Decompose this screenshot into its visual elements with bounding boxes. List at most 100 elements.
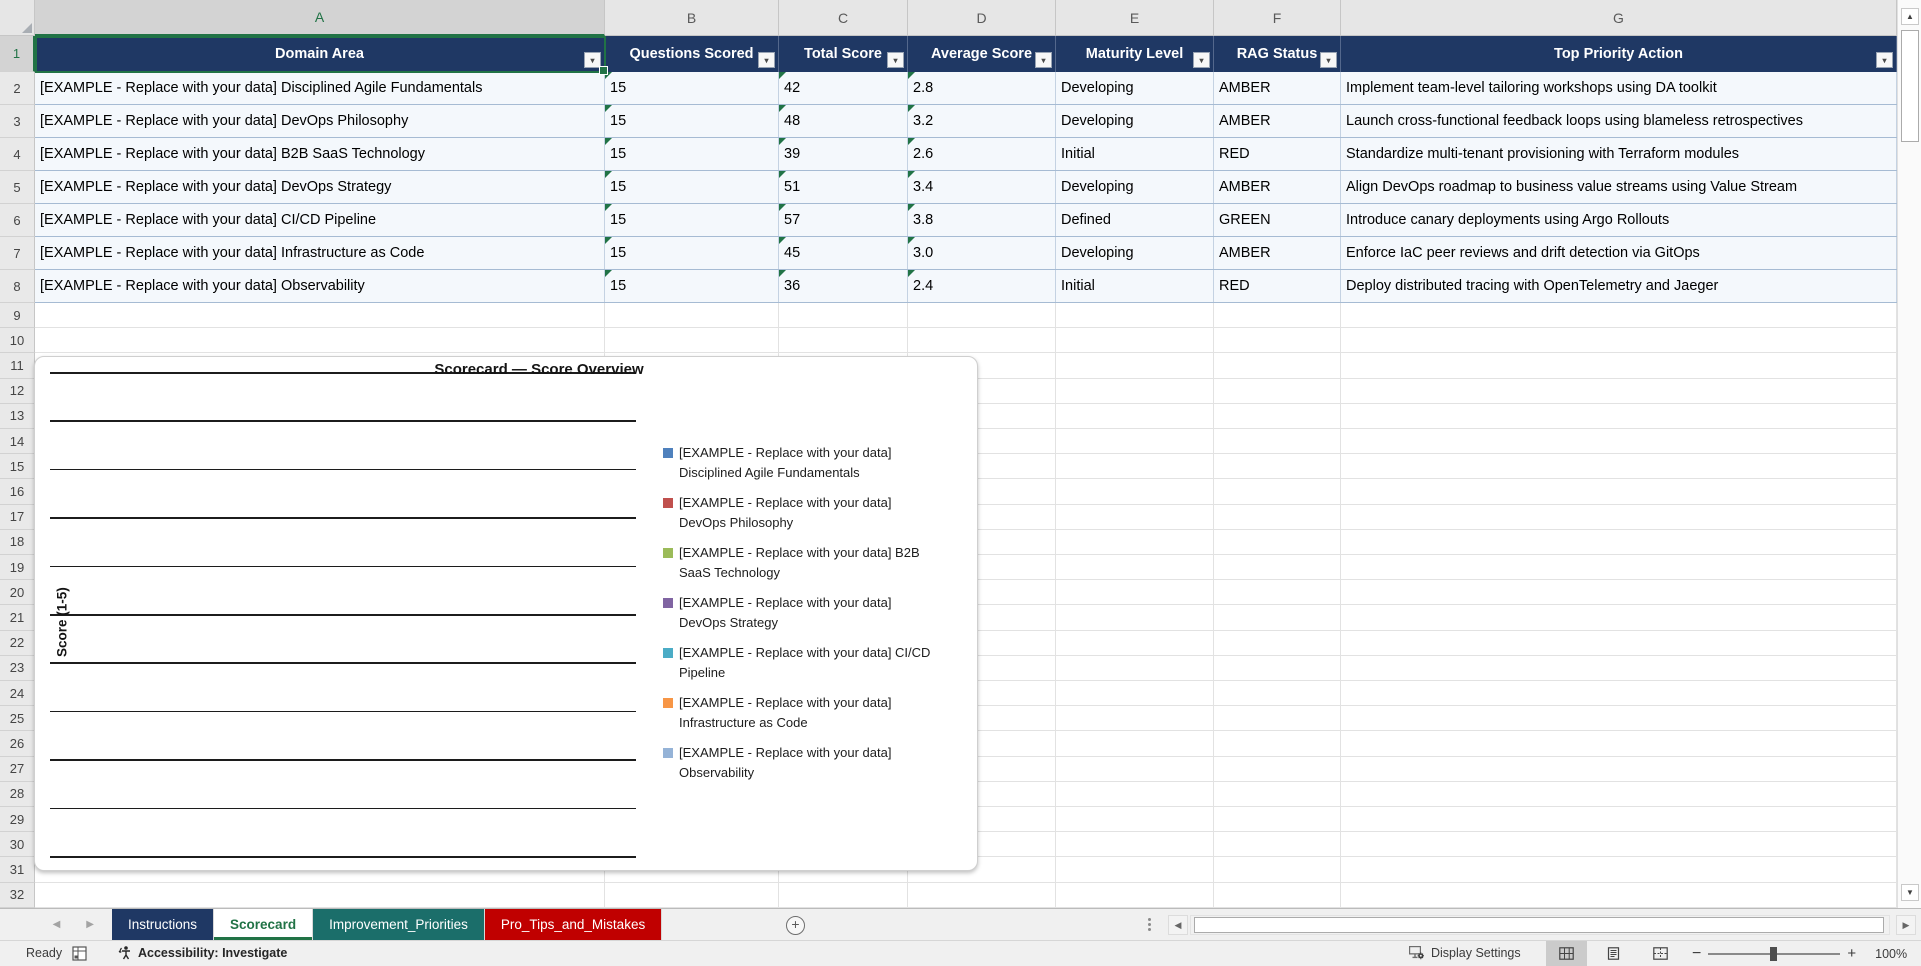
cell-E10[interactable]	[1056, 328, 1214, 354]
cell-G13[interactable]	[1341, 403, 1897, 430]
cell-G15[interactable]	[1341, 454, 1897, 480]
cell-F19[interactable]	[1214, 555, 1341, 581]
row-header-25[interactable]: 25	[0, 706, 35, 732]
cell-G9[interactable]	[1341, 303, 1897, 329]
cell-G30[interactable]	[1341, 832, 1897, 858]
cell-F22[interactable]	[1214, 630, 1341, 656]
cell-B6[interactable]: 15	[605, 204, 779, 236]
row-header-17[interactable]: 17	[0, 504, 35, 530]
cell-G28[interactable]	[1341, 781, 1897, 808]
cell-G7[interactable]: Enforce IaC peer reviews and drift detec…	[1341, 237, 1897, 269]
tab-scroll-left-icon[interactable]: ◀	[53, 919, 61, 930]
cell-F6[interactable]: GREEN	[1214, 204, 1341, 236]
new-sheet-button[interactable]: +	[786, 916, 805, 935]
cell-E25[interactable]	[1056, 706, 1214, 732]
cell-F18[interactable]	[1214, 529, 1341, 556]
filter-dropdown-icon[interactable]: ▾	[1193, 52, 1210, 68]
row-header-13[interactable]: 13	[0, 403, 35, 430]
cell-F24[interactable]	[1214, 681, 1341, 707]
cell-G25[interactable]	[1341, 706, 1897, 732]
cell-D4[interactable]: 2.6	[908, 138, 1056, 170]
row-header-12[interactable]: 12	[0, 378, 35, 404]
row-header-16[interactable]: 16	[0, 479, 35, 505]
hscroll-left-icon[interactable]: ◀	[1168, 915, 1188, 935]
cell-G29[interactable]	[1341, 807, 1897, 833]
row-header-7[interactable]: 7	[0, 237, 35, 270]
cell-G4[interactable]: Standardize multi-tenant provisioning wi…	[1341, 138, 1897, 170]
sheet-tab-improvement-priorities[interactable]: Improvement_Priorities	[313, 909, 485, 940]
cell-A6[interactable]: [EXAMPLE - Replace with your data] CI/CD…	[35, 204, 605, 236]
column-header-F[interactable]: F	[1214, 0, 1341, 36]
cell-F20[interactable]	[1214, 580, 1341, 606]
row-header-19[interactable]: 19	[0, 555, 35, 581]
scroll-down-icon[interactable]: ▼	[1901, 884, 1919, 901]
cell-C10[interactable]	[779, 328, 908, 354]
column-header-C[interactable]: C	[779, 0, 908, 36]
cell-G11[interactable]	[1341, 353, 1897, 379]
cell-D9[interactable]	[908, 303, 1056, 329]
cell-F5[interactable]: AMBER	[1214, 171, 1341, 203]
cell-G14[interactable]	[1341, 429, 1897, 455]
cell-G27[interactable]	[1341, 756, 1897, 782]
cell-F21[interactable]	[1214, 605, 1341, 631]
row-header-30[interactable]: 30	[0, 832, 35, 858]
row-header-27[interactable]: 27	[0, 756, 35, 782]
cell-C4[interactable]: 39	[779, 138, 908, 170]
cell-B2[interactable]: 15	[605, 72, 779, 104]
cell-F32[interactable]	[1214, 882, 1341, 908]
cell-E22[interactable]	[1056, 630, 1214, 656]
row-header-14[interactable]: 14	[0, 429, 35, 455]
cell-G8[interactable]: Deploy distributed tracing with OpenTele…	[1341, 270, 1897, 302]
filter-dropdown-icon[interactable]: ▾	[584, 52, 601, 68]
display-settings-button[interactable]: Display Settings	[1408, 945, 1521, 960]
vertical-scrollbar-thumb[interactable]	[1901, 30, 1919, 142]
cell-E19[interactable]	[1056, 555, 1214, 581]
zoom-level[interactable]: 100%	[1869, 947, 1907, 961]
cell-D3[interactable]: 3.2	[908, 105, 1056, 137]
horizontal-scrollbar[interactable]	[1190, 915, 1890, 935]
cell-E14[interactable]	[1056, 429, 1214, 455]
cell-E9[interactable]	[1056, 303, 1214, 329]
cell-E6[interactable]: Defined	[1056, 204, 1214, 236]
cell-F31[interactable]	[1214, 857, 1341, 883]
cell-E2[interactable]: Developing	[1056, 72, 1214, 104]
cell-D8[interactable]: 2.4	[908, 270, 1056, 302]
cell-G3[interactable]: Launch cross-functional feedback loops u…	[1341, 105, 1897, 137]
cell-E21[interactable]	[1056, 605, 1214, 631]
cell-G23[interactable]	[1341, 655, 1897, 682]
cell-B7[interactable]: 15	[605, 237, 779, 269]
cell-E30[interactable]	[1056, 832, 1214, 858]
row-header-3[interactable]: 3	[0, 105, 35, 138]
page-break-preview-button[interactable]	[1640, 941, 1681, 966]
cell-B4[interactable]: 15	[605, 138, 779, 170]
cell-G17[interactable]	[1341, 504, 1897, 530]
row-header-2[interactable]: 2	[0, 72, 35, 105]
row-header-15[interactable]: 15	[0, 454, 35, 480]
cell-E16[interactable]	[1056, 479, 1214, 505]
cell-G19[interactable]	[1341, 555, 1897, 581]
horizontal-scrollbar-thumb[interactable]	[1194, 917, 1884, 933]
cell-D7[interactable]: 3.0	[908, 237, 1056, 269]
row-header-8[interactable]: 8	[0, 270, 35, 303]
row-header-28[interactable]: 28	[0, 781, 35, 808]
cell-D32[interactable]	[908, 882, 1056, 908]
accessibility-status[interactable]: Accessibility: Investigate	[118, 945, 287, 960]
cell-E7[interactable]: Developing	[1056, 237, 1214, 269]
cell-F25[interactable]	[1214, 706, 1341, 732]
cell-G18[interactable]	[1341, 529, 1897, 556]
row-header-11[interactable]: 11	[0, 353, 35, 379]
cell-D6[interactable]: 3.8	[908, 204, 1056, 236]
cell-A9[interactable]	[35, 303, 605, 329]
cell-E11[interactable]	[1056, 353, 1214, 379]
row-header-29[interactable]: 29	[0, 807, 35, 833]
row-header-31[interactable]: 31	[0, 857, 35, 883]
cell-F16[interactable]	[1214, 479, 1341, 505]
cell-G31[interactable]	[1341, 857, 1897, 883]
scroll-up-icon[interactable]: ▲	[1901, 8, 1919, 25]
cell-G32[interactable]	[1341, 882, 1897, 908]
filter-dropdown-icon[interactable]: ▾	[1876, 52, 1893, 68]
cell-G24[interactable]	[1341, 681, 1897, 707]
cell-G16[interactable]	[1341, 479, 1897, 505]
cell-F11[interactable]	[1214, 353, 1341, 379]
cell-F4[interactable]: RED	[1214, 138, 1341, 170]
